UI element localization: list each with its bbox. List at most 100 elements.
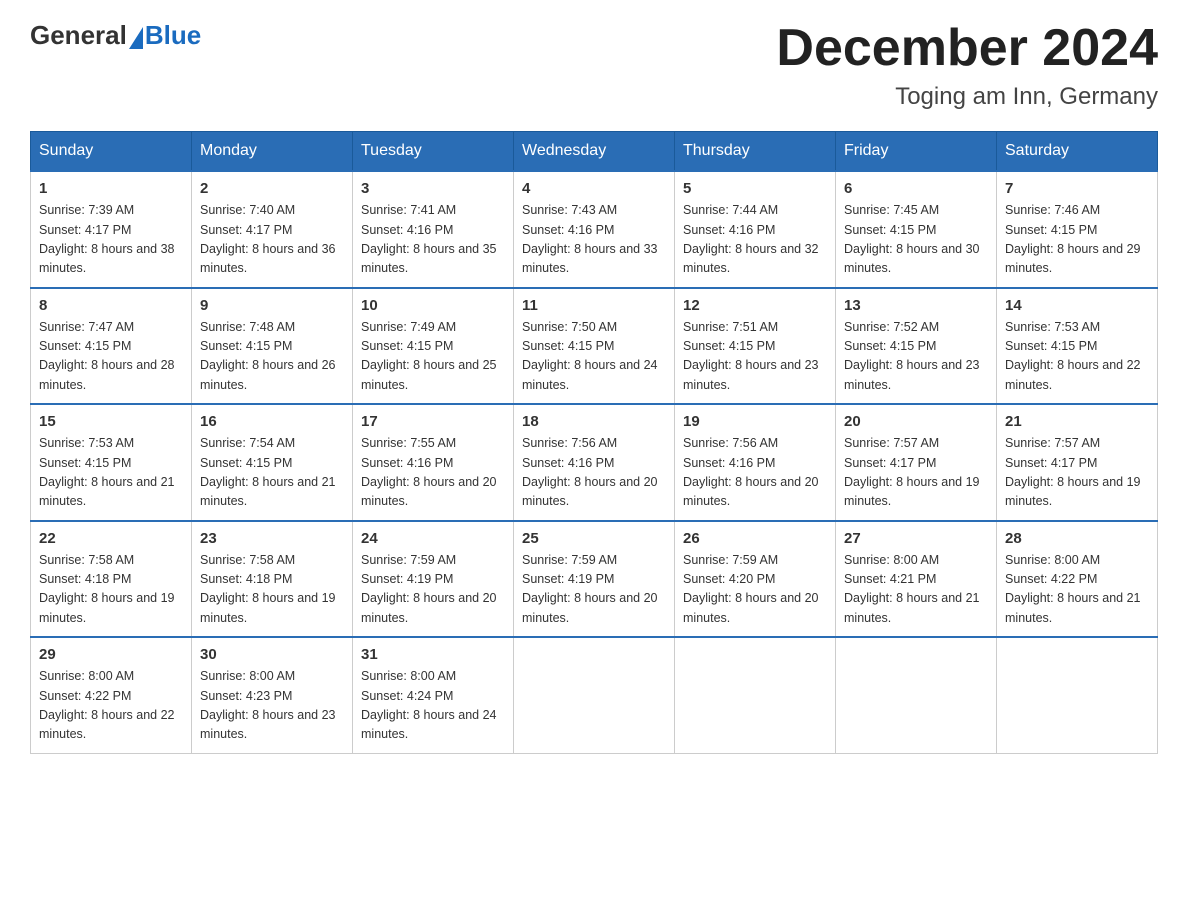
day-number: 19: [683, 413, 827, 430]
day-number: 25: [522, 530, 666, 547]
calendar-week-row: 22 Sunrise: 7:58 AMSunset: 4:18 PMDaylig…: [31, 521, 1158, 638]
calendar-day-cell: 29 Sunrise: 8:00 AMSunset: 4:22 PMDaylig…: [31, 637, 192, 753]
day-info: Sunrise: 8:00 AMSunset: 4:22 PMDaylight:…: [39, 669, 175, 741]
logo-general-text: General: [30, 20, 127, 51]
calendar-day-cell: 16 Sunrise: 7:54 AMSunset: 4:15 PMDaylig…: [192, 404, 353, 521]
calendar-week-row: 8 Sunrise: 7:47 AMSunset: 4:15 PMDayligh…: [31, 288, 1158, 405]
day-info: Sunrise: 7:56 AMSunset: 4:16 PMDaylight:…: [522, 436, 658, 508]
calendar-day-cell: 5 Sunrise: 7:44 AMSunset: 4:16 PMDayligh…: [675, 171, 836, 288]
day-info: Sunrise: 7:47 AMSunset: 4:15 PMDaylight:…: [39, 320, 175, 392]
day-number: 18: [522, 413, 666, 430]
calendar-day-cell: [997, 637, 1158, 753]
calendar-day-cell: 15 Sunrise: 7:53 AMSunset: 4:15 PMDaylig…: [31, 404, 192, 521]
calendar-day-cell: 3 Sunrise: 7:41 AMSunset: 4:16 PMDayligh…: [353, 171, 514, 288]
calendar-day-cell: 18 Sunrise: 7:56 AMSunset: 4:16 PMDaylig…: [514, 404, 675, 521]
calendar-day-cell: [514, 637, 675, 753]
day-number: 30: [200, 646, 344, 663]
logo-triangle-icon: [129, 27, 143, 49]
day-info: Sunrise: 7:54 AMSunset: 4:15 PMDaylight:…: [200, 436, 336, 508]
day-info: Sunrise: 7:59 AMSunset: 4:19 PMDaylight:…: [522, 553, 658, 625]
day-number: 1: [39, 180, 183, 197]
day-info: Sunrise: 7:44 AMSunset: 4:16 PMDaylight:…: [683, 203, 819, 275]
day-number: 8: [39, 297, 183, 314]
calendar-day-cell: 11 Sunrise: 7:50 AMSunset: 4:15 PMDaylig…: [514, 288, 675, 405]
calendar-day-cell: 10 Sunrise: 7:49 AMSunset: 4:15 PMDaylig…: [353, 288, 514, 405]
calendar-table: SundayMondayTuesdayWednesdayThursdayFrid…: [30, 131, 1158, 754]
day-number: 27: [844, 530, 988, 547]
calendar-day-cell: 8 Sunrise: 7:47 AMSunset: 4:15 PMDayligh…: [31, 288, 192, 405]
calendar-day-cell: [836, 637, 997, 753]
logo-blue-text: Blue: [145, 20, 201, 51]
calendar-day-cell: 2 Sunrise: 7:40 AMSunset: 4:17 PMDayligh…: [192, 171, 353, 288]
calendar-week-row: 29 Sunrise: 8:00 AMSunset: 4:22 PMDaylig…: [31, 637, 1158, 753]
calendar-day-cell: 14 Sunrise: 7:53 AMSunset: 4:15 PMDaylig…: [997, 288, 1158, 405]
day-number: 12: [683, 297, 827, 314]
day-info: Sunrise: 7:53 AMSunset: 4:15 PMDaylight:…: [1005, 320, 1141, 392]
weekday-header-monday: Monday: [192, 132, 353, 172]
day-number: 5: [683, 180, 827, 197]
day-info: Sunrise: 7:43 AMSunset: 4:16 PMDaylight:…: [522, 203, 658, 275]
weekday-header-sunday: Sunday: [31, 132, 192, 172]
day-info: Sunrise: 7:58 AMSunset: 4:18 PMDaylight:…: [39, 553, 175, 625]
calendar-day-cell: 25 Sunrise: 7:59 AMSunset: 4:19 PMDaylig…: [514, 521, 675, 638]
calendar-day-cell: 22 Sunrise: 7:58 AMSunset: 4:18 PMDaylig…: [31, 521, 192, 638]
calendar-day-cell: 26 Sunrise: 7:59 AMSunset: 4:20 PMDaylig…: [675, 521, 836, 638]
day-number: 16: [200, 413, 344, 430]
day-info: Sunrise: 7:53 AMSunset: 4:15 PMDaylight:…: [39, 436, 175, 508]
calendar-day-cell: 4 Sunrise: 7:43 AMSunset: 4:16 PMDayligh…: [514, 171, 675, 288]
day-info: Sunrise: 8:00 AMSunset: 4:22 PMDaylight:…: [1005, 553, 1141, 625]
weekday-header-saturday: Saturday: [997, 132, 1158, 172]
month-title: December 2024: [776, 20, 1158, 77]
day-number: 6: [844, 180, 988, 197]
day-number: 22: [39, 530, 183, 547]
calendar-day-cell: 21 Sunrise: 7:57 AMSunset: 4:17 PMDaylig…: [997, 404, 1158, 521]
calendar-day-cell: 9 Sunrise: 7:48 AMSunset: 4:15 PMDayligh…: [192, 288, 353, 405]
day-info: Sunrise: 8:00 AMSunset: 4:23 PMDaylight:…: [200, 669, 336, 741]
calendar-day-cell: 23 Sunrise: 7:58 AMSunset: 4:18 PMDaylig…: [192, 521, 353, 638]
day-info: Sunrise: 7:59 AMSunset: 4:20 PMDaylight:…: [683, 553, 819, 625]
day-info: Sunrise: 7:41 AMSunset: 4:16 PMDaylight:…: [361, 203, 497, 275]
page-header: General Blue December 2024 Toging am Inn…: [30, 20, 1158, 111]
location-title: Toging am Inn, Germany: [776, 83, 1158, 111]
calendar-day-cell: 24 Sunrise: 7:59 AMSunset: 4:19 PMDaylig…: [353, 521, 514, 638]
day-info: Sunrise: 7:51 AMSunset: 4:15 PMDaylight:…: [683, 320, 819, 392]
calendar-day-cell: 1 Sunrise: 7:39 AMSunset: 4:17 PMDayligh…: [31, 171, 192, 288]
calendar-day-cell: 6 Sunrise: 7:45 AMSunset: 4:15 PMDayligh…: [836, 171, 997, 288]
day-number: 24: [361, 530, 505, 547]
day-number: 10: [361, 297, 505, 314]
calendar-day-cell: 30 Sunrise: 8:00 AMSunset: 4:23 PMDaylig…: [192, 637, 353, 753]
calendar-day-cell: 13 Sunrise: 7:52 AMSunset: 4:15 PMDaylig…: [836, 288, 997, 405]
day-number: 23: [200, 530, 344, 547]
logo: General Blue: [30, 20, 201, 51]
calendar-day-cell: 12 Sunrise: 7:51 AMSunset: 4:15 PMDaylig…: [675, 288, 836, 405]
day-info: Sunrise: 8:00 AMSunset: 4:24 PMDaylight:…: [361, 669, 497, 741]
day-info: Sunrise: 7:57 AMSunset: 4:17 PMDaylight:…: [1005, 436, 1141, 508]
day-number: 7: [1005, 180, 1149, 197]
day-number: 29: [39, 646, 183, 663]
day-info: Sunrise: 7:40 AMSunset: 4:17 PMDaylight:…: [200, 203, 336, 275]
day-number: 17: [361, 413, 505, 430]
calendar-day-cell: 7 Sunrise: 7:46 AMSunset: 4:15 PMDayligh…: [997, 171, 1158, 288]
day-info: Sunrise: 7:46 AMSunset: 4:15 PMDaylight:…: [1005, 203, 1141, 275]
weekday-header-thursday: Thursday: [675, 132, 836, 172]
calendar-day-cell: [675, 637, 836, 753]
day-info: Sunrise: 7:39 AMSunset: 4:17 PMDaylight:…: [39, 203, 175, 275]
day-number: 11: [522, 297, 666, 314]
calendar-day-cell: 20 Sunrise: 7:57 AMSunset: 4:17 PMDaylig…: [836, 404, 997, 521]
day-info: Sunrise: 8:00 AMSunset: 4:21 PMDaylight:…: [844, 553, 980, 625]
calendar-week-row: 1 Sunrise: 7:39 AMSunset: 4:17 PMDayligh…: [31, 171, 1158, 288]
day-number: 4: [522, 180, 666, 197]
weekday-header-wednesday: Wednesday: [514, 132, 675, 172]
weekday-header-row: SundayMondayTuesdayWednesdayThursdayFrid…: [31, 132, 1158, 172]
calendar-day-cell: 27 Sunrise: 8:00 AMSunset: 4:21 PMDaylig…: [836, 521, 997, 638]
day-info: Sunrise: 7:48 AMSunset: 4:15 PMDaylight:…: [200, 320, 336, 392]
day-info: Sunrise: 7:45 AMSunset: 4:15 PMDaylight:…: [844, 203, 980, 275]
day-info: Sunrise: 7:57 AMSunset: 4:17 PMDaylight:…: [844, 436, 980, 508]
day-info: Sunrise: 7:55 AMSunset: 4:16 PMDaylight:…: [361, 436, 497, 508]
day-number: 20: [844, 413, 988, 430]
day-number: 31: [361, 646, 505, 663]
day-number: 3: [361, 180, 505, 197]
day-info: Sunrise: 7:49 AMSunset: 4:15 PMDaylight:…: [361, 320, 497, 392]
day-info: Sunrise: 7:56 AMSunset: 4:16 PMDaylight:…: [683, 436, 819, 508]
calendar-day-cell: 19 Sunrise: 7:56 AMSunset: 4:16 PMDaylig…: [675, 404, 836, 521]
